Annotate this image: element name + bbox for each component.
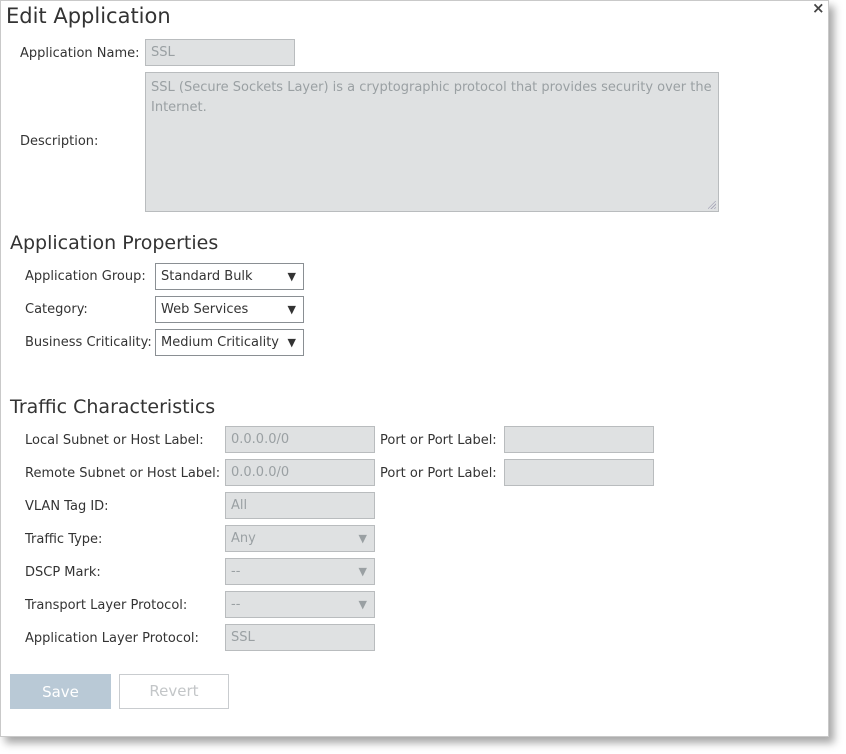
application-layer-protocol-label: Application Layer Protocol: (25, 631, 199, 646)
business-criticality-select[interactable]: Medium Criticality ▼ (155, 329, 304, 356)
business-criticality-value: Medium Criticality (161, 335, 279, 350)
local-subnet-label: Local Subnet or Host Label: (25, 433, 204, 448)
chevron-down-icon: ▼ (287, 336, 296, 349)
chevron-down-icon: ▼ (287, 303, 296, 316)
dialog-title: Edit Application (6, 4, 171, 28)
transport-protocol-value: -- (231, 597, 241, 612)
application-group-value: Standard Bulk (161, 269, 253, 284)
application-layer-protocol-input[interactable]: SSL (225, 624, 375, 651)
chevron-down-icon: ▼ (358, 598, 367, 611)
category-label: Category: (25, 302, 88, 317)
chevron-down-icon: ▼ (358, 565, 367, 578)
dscp-mark-label: DSCP Mark: (25, 565, 101, 580)
application-group-label: Application Group: (25, 269, 146, 284)
app-name-input[interactable]: SSL (145, 39, 295, 66)
local-subnet-input[interactable]: 0.0.0.0/0 (225, 426, 375, 453)
revert-button[interactable]: Revert (119, 674, 229, 709)
traffic-characteristics-heading: Traffic Characteristics (10, 396, 216, 418)
dscp-mark-value: -- (231, 564, 241, 579)
application-properties-heading: Application Properties (10, 232, 219, 254)
description-label: Description: (20, 134, 99, 149)
local-port-input[interactable] (504, 426, 654, 453)
chevron-down-icon: ▼ (358, 532, 367, 545)
traffic-type-select[interactable]: Any ▼ (225, 525, 375, 552)
close-icon[interactable]: × (812, 0, 825, 16)
vlan-tag-input[interactable]: All (225, 492, 375, 519)
transport-protocol-select[interactable]: -- ▼ (225, 591, 375, 618)
description-textarea[interactable]: SSL (Secure Sockets Layer) is a cryptogr… (145, 72, 719, 212)
vlan-tag-label: VLAN Tag ID: (25, 499, 109, 514)
description-text: SSL (Secure Sockets Layer) is a cryptogr… (151, 80, 712, 115)
edit-application-dialog: Edit Application × Application Name: SSL… (0, 0, 829, 737)
remote-port-input[interactable] (504, 459, 654, 486)
application-group-select[interactable]: Standard Bulk ▼ (155, 263, 304, 290)
traffic-type-label: Traffic Type: (25, 532, 103, 547)
dscp-mark-select[interactable]: -- ▼ (225, 558, 375, 585)
local-port-label: Port or Port Label: (380, 433, 497, 448)
category-select[interactable]: Web Services ▼ (155, 296, 304, 323)
traffic-type-value: Any (231, 531, 256, 546)
save-button[interactable]: Save (10, 674, 111, 709)
resize-grip-icon[interactable] (708, 201, 716, 209)
business-criticality-label: Business Criticality: (25, 335, 152, 350)
transport-protocol-label: Transport Layer Protocol: (25, 598, 188, 613)
remote-subnet-label: Remote Subnet or Host Label: (25, 466, 221, 481)
app-name-label: Application Name: (20, 46, 140, 61)
chevron-down-icon: ▼ (287, 270, 296, 283)
remote-subnet-input[interactable]: 0.0.0.0/0 (225, 459, 375, 486)
category-value: Web Services (161, 302, 249, 317)
remote-port-label: Port or Port Label: (380, 466, 497, 481)
